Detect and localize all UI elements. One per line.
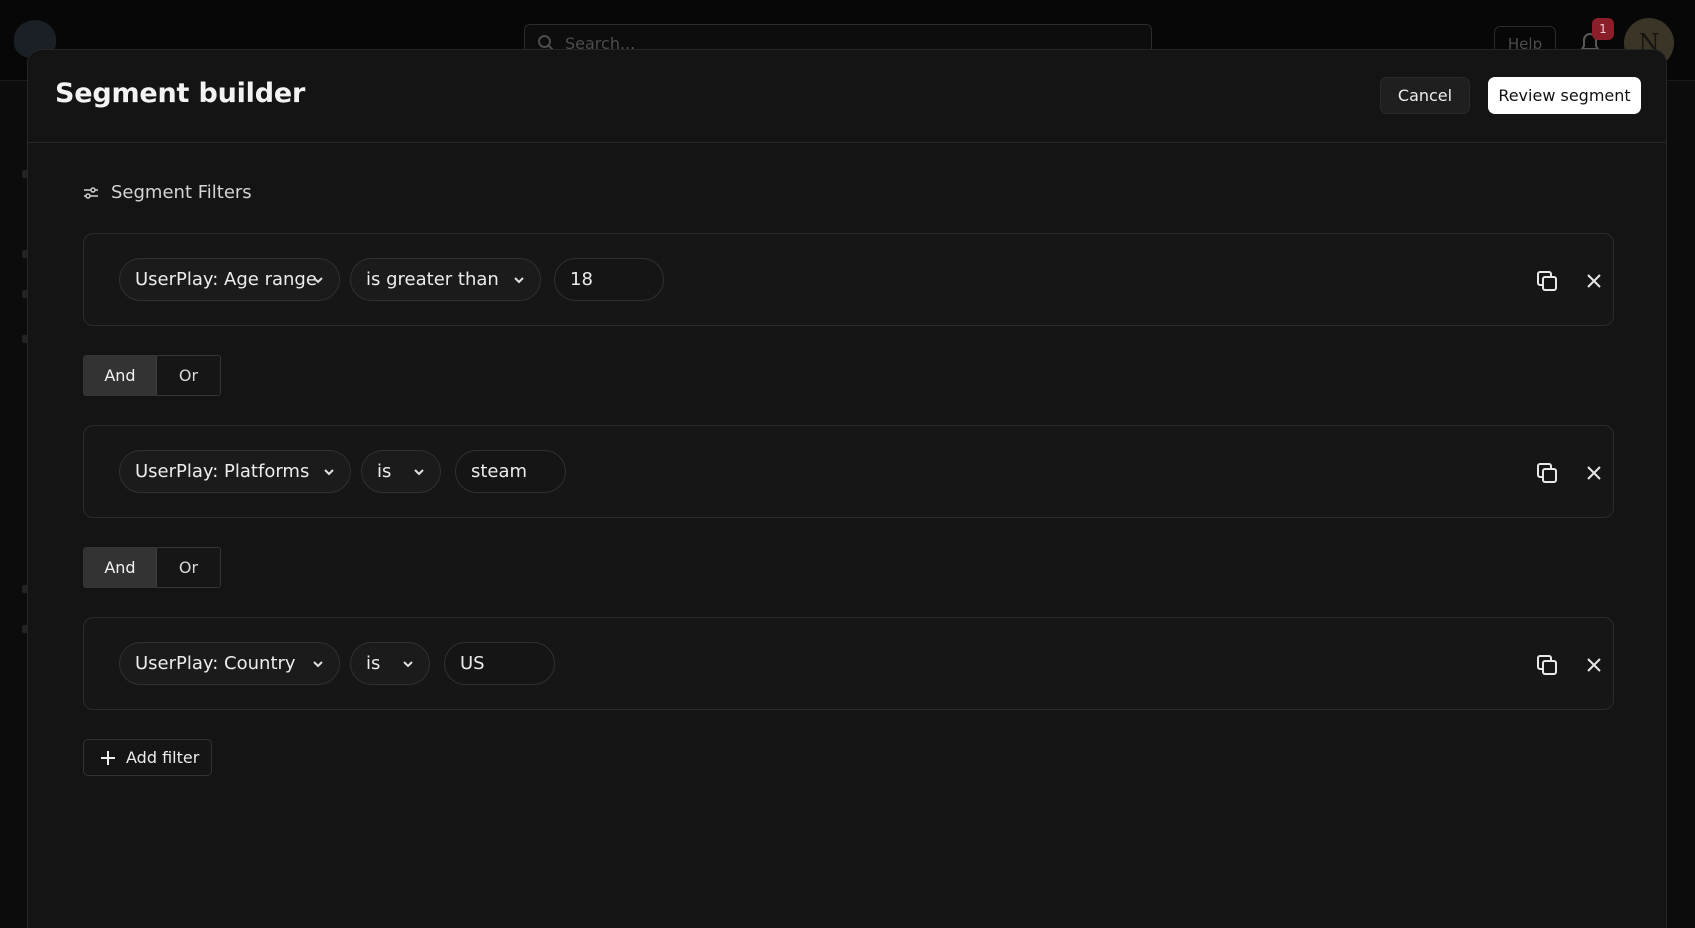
value-input[interactable]: steam	[455, 450, 566, 493]
sliders-icon	[84, 186, 98, 199]
chevron-down-icon	[414, 469, 424, 476]
operator-label: is	[377, 461, 392, 482]
filter-row-country: UserPlay: Country is US	[83, 617, 1614, 710]
close-icon	[1587, 466, 1601, 480]
duplicate-filter-button[interactable]	[1535, 269, 1559, 293]
operator-dropdown[interactable]: is	[350, 642, 430, 685]
value-text: 18	[570, 269, 593, 290]
segment-filters-heading: Segment Filters	[83, 182, 252, 203]
logic-toggle: And Or	[83, 355, 221, 396]
value-input[interactable]: 18	[554, 258, 664, 301]
remove-filter-button[interactable]	[1582, 269, 1606, 293]
filter-row-age-range: UserPlay: Age range is greater than 18	[83, 233, 1614, 326]
review-segment-button[interactable]: Review segment	[1488, 77, 1641, 114]
close-icon	[1587, 274, 1601, 288]
duplicate-filter-button[interactable]	[1535, 461, 1559, 485]
plus-icon	[101, 750, 115, 765]
logic-toggle: And Or	[83, 547, 221, 588]
property-label: UserPlay: Platforms	[135, 461, 310, 482]
cancel-button[interactable]: Cancel	[1380, 77, 1470, 114]
segment-builder-modal: Segment builder Cancel Review segment Se…	[27, 49, 1667, 928]
modal-title: Segment builder	[55, 78, 306, 109]
and-button[interactable]: And	[84, 356, 157, 395]
chevron-down-icon	[313, 661, 323, 668]
property-dropdown[interactable]: UserPlay: Country	[119, 642, 340, 685]
chevron-down-icon	[514, 277, 524, 284]
chevron-down-icon	[313, 277, 323, 284]
duplicate-icon	[1537, 271, 1557, 291]
add-filter-button[interactable]: Add filter	[83, 739, 212, 776]
add-filter-label: Add filter	[126, 748, 200, 767]
property-dropdown[interactable]: UserPlay: Age range	[119, 258, 340, 301]
close-icon	[1587, 658, 1601, 672]
or-button[interactable]: Or	[156, 548, 220, 587]
operator-dropdown[interactable]: is	[361, 450, 441, 493]
duplicate-icon	[1537, 463, 1557, 483]
chevron-down-icon	[324, 469, 334, 476]
modal-header: Segment builder Cancel Review segment	[28, 50, 1666, 143]
value-text: steam	[471, 461, 528, 482]
duplicate-filter-button[interactable]	[1535, 653, 1559, 677]
operator-label: is	[366, 653, 381, 674]
operator-label: is greater than	[366, 269, 499, 290]
filter-row-platforms: UserPlay: Platforms is steam	[83, 425, 1614, 518]
property-label: UserPlay: Age range	[135, 269, 317, 290]
property-label: UserPlay: Country	[135, 653, 296, 674]
or-button[interactable]: Or	[156, 356, 220, 395]
duplicate-icon	[1537, 655, 1557, 675]
value-text: US	[460, 653, 485, 674]
property-dropdown[interactable]: UserPlay: Platforms	[119, 450, 351, 493]
notification-badge: 1	[1592, 18, 1614, 40]
remove-filter-button[interactable]	[1582, 461, 1606, 485]
and-button[interactable]: And	[84, 548, 157, 587]
operator-dropdown[interactable]: is greater than	[350, 258, 541, 301]
section-title-label: Segment Filters	[111, 182, 252, 203]
chevron-down-icon	[403, 661, 413, 668]
remove-filter-button[interactable]	[1582, 653, 1606, 677]
value-input[interactable]: US	[444, 642, 555, 685]
